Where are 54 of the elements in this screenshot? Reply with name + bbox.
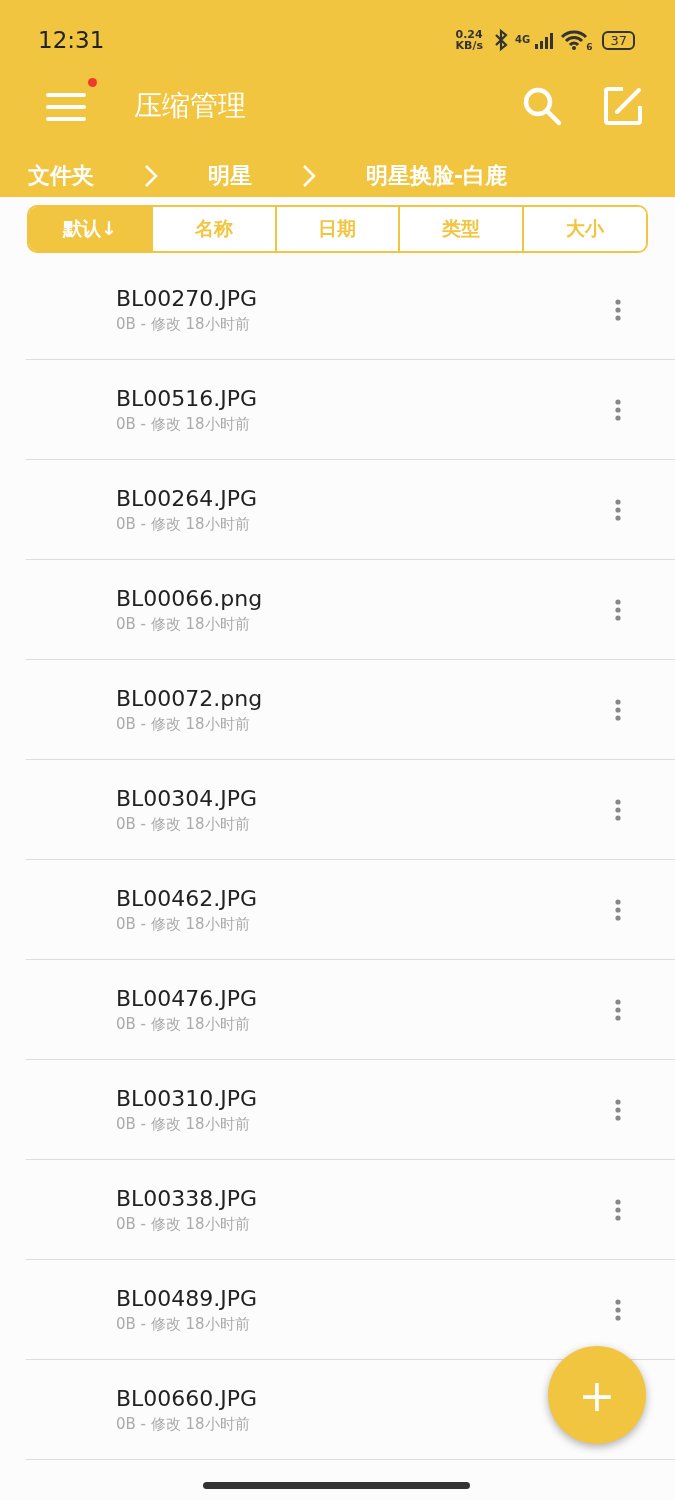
file-meta: 0B - 修改 18小时前 <box>116 1214 250 1234</box>
file-meta: 0B - 修改 18小时前 <box>116 914 250 934</box>
more-icon[interactable] <box>614 1297 622 1322</box>
app-title: 压缩管理 <box>134 88 247 124</box>
file-meta: 0B - 修改 18小时前 <box>116 314 250 334</box>
file-meta: 0B - 修改 18小时前 <box>116 1014 250 1034</box>
file-name: BL00338.JPG <box>116 1185 258 1211</box>
file-meta: 0B - 修改 18小时前 <box>116 714 250 734</box>
status-time: 12:31 <box>38 27 105 53</box>
chevron-right-icon <box>302 164 316 188</box>
file-name: BL00462.JPG <box>116 885 258 911</box>
file-meta: 0B - 修改 18小时前 <box>116 1314 250 1334</box>
file-name: BL00516.JPG <box>116 385 258 411</box>
more-icon[interactable] <box>614 297 622 322</box>
file-meta: 0B - 修改 18小时前 <box>116 514 250 534</box>
more-icon[interactable] <box>614 1197 622 1222</box>
file-row[interactable]: BL00476.JPG 0B - 修改 18小时前 <box>26 960 675 1060</box>
more-icon[interactable] <box>614 397 622 422</box>
file-name: BL00304.JPG <box>116 785 258 811</box>
file-name: BL00066.png <box>116 585 263 611</box>
file-name: BL00489.JPG <box>116 1285 258 1311</box>
file-name: BL00660.JPG <box>116 1385 258 1411</box>
chevron-right-icon <box>144 164 158 188</box>
more-icon[interactable] <box>614 1097 622 1122</box>
network-type: 4G <box>515 34 531 45</box>
file-row[interactable]: BL00270.JPG 0B - 修改 18小时前 <box>26 260 675 360</box>
file-name: BL00264.JPG <box>116 485 258 511</box>
more-icon[interactable] <box>614 697 622 722</box>
more-icon[interactable] <box>614 597 622 622</box>
more-icon[interactable] <box>614 797 622 822</box>
wifi-icon <box>560 29 589 51</box>
wifi-band-label: 6 <box>586 42 593 52</box>
file-name: BL00476.JPG <box>116 985 258 1011</box>
more-icon[interactable] <box>614 497 622 522</box>
file-row[interactable]: BL00264.JPG 0B - 修改 18小时前 <box>26 460 675 560</box>
file-row[interactable]: BL00310.JPG 0B - 修改 18小时前 <box>26 1060 675 1160</box>
file-meta: 0B - 修改 18小时前 <box>116 414 250 434</box>
file-meta: 0B - 修改 18小时前 <box>116 614 250 634</box>
file-name: BL00310.JPG <box>116 1085 258 1111</box>
file-meta: 0B - 修改 18小时前 <box>116 1414 250 1434</box>
file-meta: 0B - 修改 18小时前 <box>116 814 250 834</box>
network-speed: 0.24 KB/s <box>455 29 483 51</box>
more-icon[interactable] <box>614 897 622 922</box>
file-name: BL00072.png <box>116 685 263 711</box>
more-icon[interactable] <box>614 997 622 1022</box>
file-row[interactable]: BL00462.JPG 0B - 修改 18小时前 <box>26 860 675 960</box>
file-row[interactable]: BL00072.png 0B - 修改 18小时前 <box>26 660 675 760</box>
file-name: BL00270.JPG <box>116 285 258 311</box>
file-row[interactable]: BL00304.JPG 0B - 修改 18小时前 <box>26 760 675 860</box>
file-row[interactable]: BL00338.JPG 0B - 修改 18小时前 <box>26 1160 675 1260</box>
file-row[interactable]: BL00066.png 0B - 修改 18小时前 <box>26 560 675 660</box>
file-row[interactable]: BL00516.JPG 0B - 修改 18小时前 <box>26 360 675 460</box>
battery-indicator: 37 <box>602 30 635 50</box>
file-meta: 0B - 修改 18小时前 <box>116 1114 250 1134</box>
